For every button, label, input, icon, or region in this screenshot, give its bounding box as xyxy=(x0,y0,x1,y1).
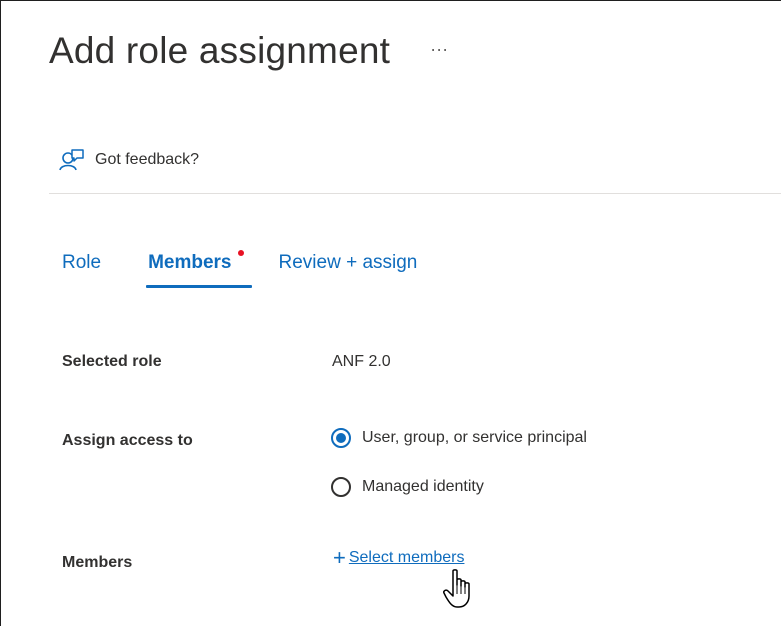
required-indicator-dot xyxy=(237,250,244,256)
members-label: Members xyxy=(62,554,133,571)
selected-role-label: Selected role xyxy=(62,353,162,370)
radio-button-unchecked[interactable] xyxy=(331,477,351,497)
active-tab-underline xyxy=(146,285,252,288)
radio-label: Managed identity xyxy=(362,478,484,495)
more-options-button[interactable]: ··· xyxy=(430,39,448,60)
feedback-label: Got feedback? xyxy=(95,151,200,168)
feedback-person-icon xyxy=(58,148,84,172)
tab-bar: Role Members Review + assign xyxy=(62,250,418,288)
selected-role-value: ANF 2.0 xyxy=(332,353,391,370)
radio-button-checked[interactable] xyxy=(331,428,351,448)
window-top-border xyxy=(0,0,781,1)
radio-user-group-sp[interactable]: User, group, or service principal xyxy=(331,428,587,448)
radio-managed-identity[interactable]: Managed identity xyxy=(331,477,484,497)
tab-members[interactable]: Members xyxy=(146,250,252,288)
feedback-link[interactable]: Got feedback? xyxy=(58,148,199,172)
tab-role[interactable]: Role xyxy=(62,252,101,288)
header-divider xyxy=(49,193,781,194)
page-title: Add role assignment xyxy=(49,30,391,71)
title-row: Add role assignment ··· xyxy=(49,30,448,72)
select-members-label: Select members xyxy=(348,549,465,566)
tab-review-assign[interactable]: Review + assign xyxy=(279,252,418,288)
tab-members-label: Members xyxy=(148,252,232,273)
select-members-link[interactable]: + Select members xyxy=(333,545,465,570)
assign-access-label: Assign access to xyxy=(62,432,193,449)
plus-icon: + xyxy=(333,545,346,570)
hand-pointer-icon xyxy=(443,568,477,615)
radio-label: User, group, or service principal xyxy=(362,429,587,446)
window-left-border xyxy=(0,0,1,626)
